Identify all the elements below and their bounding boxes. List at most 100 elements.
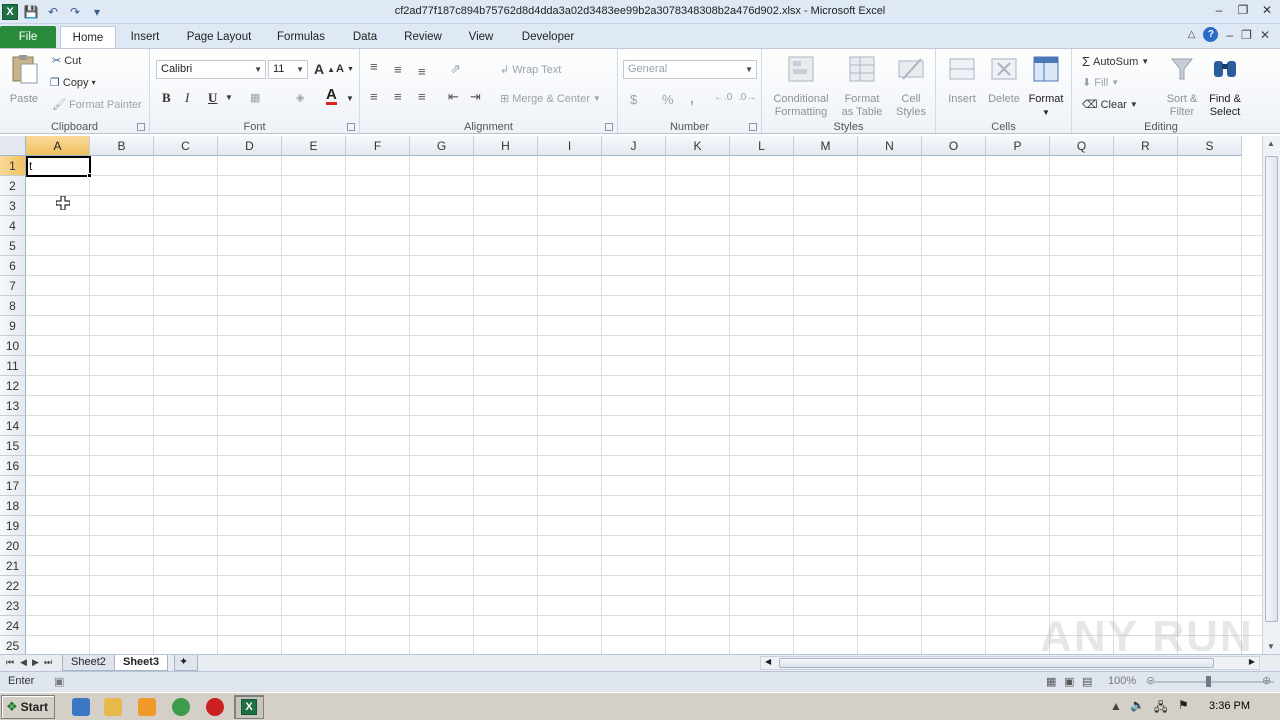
doc-close-button[interactable]: ✕ bbox=[1260, 28, 1270, 42]
next-sheet-icon[interactable]: ▶ bbox=[32, 657, 39, 668]
excel-taskbar-button[interactable]: X bbox=[234, 695, 264, 719]
row-header-10[interactable]: 10 bbox=[0, 336, 26, 356]
font-size-combo[interactable]: 11 ▼ bbox=[268, 60, 308, 79]
align-center-icon[interactable]: ≡ bbox=[394, 89, 402, 104]
doc-minimize-button[interactable]: – bbox=[1226, 28, 1233, 42]
row-header-5[interactable]: 5 bbox=[0, 236, 26, 256]
font-launcher-icon[interactable] bbox=[347, 123, 355, 131]
merge-center-button[interactable]: ⊞ Merge & Center ▼ bbox=[500, 92, 601, 106]
row-header-8[interactable]: 8 bbox=[0, 296, 26, 316]
font-color-button[interactable]: A bbox=[326, 87, 337, 105]
fill-color-icon[interactable]: ◈ bbox=[296, 91, 304, 104]
column-header-b[interactable]: B bbox=[90, 136, 154, 156]
insert-cells-button[interactable]: Insert bbox=[942, 53, 982, 106]
align-left-icon[interactable]: ≡ bbox=[370, 89, 378, 104]
insert-sheet-icon[interactable]: ✦ bbox=[174, 655, 198, 671]
macro-record-icon[interactable]: ▣ bbox=[54, 675, 64, 688]
zoom-in-icon[interactable]: ⊕ bbox=[1262, 674, 1271, 687]
grow-font-icon[interactable]: A ▲ bbox=[314, 61, 335, 77]
flag-icon[interactable]: ⚑ bbox=[1178, 698, 1189, 712]
row-header-21[interactable]: 21 bbox=[0, 556, 26, 576]
column-header-r[interactable]: R bbox=[1114, 136, 1178, 156]
tab-view[interactable]: View bbox=[462, 26, 500, 48]
font-name-combo[interactable]: Calibri ▼ bbox=[156, 60, 266, 79]
row-header-15[interactable]: 15 bbox=[0, 436, 26, 456]
row-header-23[interactable]: 23 bbox=[0, 596, 26, 616]
tab-home[interactable]: Home bbox=[60, 26, 116, 48]
column-header-n[interactable]: N bbox=[858, 136, 922, 156]
vertical-scroll-thumb[interactable] bbox=[1265, 156, 1278, 622]
active-cell-a1[interactable]: t bbox=[26, 156, 91, 177]
row-header-7[interactable]: 7 bbox=[0, 276, 26, 296]
format-as-table-button[interactable]: Format as Table bbox=[836, 53, 888, 119]
start-button[interactable]: ❖ Start bbox=[1, 695, 55, 719]
column-header-p[interactable]: P bbox=[986, 136, 1050, 156]
row-header-1[interactable]: 1 bbox=[0, 156, 26, 176]
network-icon[interactable]: 🖧 bbox=[1154, 698, 1167, 719]
page-layout-view-icon[interactable]: ▣ bbox=[1064, 675, 1074, 688]
close-button[interactable]: ✕ bbox=[1260, 2, 1274, 18]
italic-button[interactable]: I bbox=[185, 90, 189, 106]
copy-button[interactable]: ❐ Copy ▾ bbox=[50, 76, 96, 90]
align-top-icon[interactable]: ≡ bbox=[370, 59, 378, 74]
column-header-a[interactable]: A bbox=[26, 136, 90, 156]
worksheet-grid[interactable]: ABCDEFGHIJKLMNOPQRS 1 2 3 4 5 6 7 8 9 10 11 12 13 14 1… bbox=[0, 136, 1262, 654]
tab-page-layout[interactable]: Page Layout bbox=[182, 26, 256, 48]
tab-data[interactable]: Data bbox=[346, 26, 384, 48]
number-launcher-icon[interactable] bbox=[749, 123, 757, 131]
restore-button[interactable]: ❐ bbox=[1236, 2, 1250, 18]
scroll-up-icon[interactable]: ▲ bbox=[1267, 139, 1275, 148]
row-header-22[interactable]: 22 bbox=[0, 576, 26, 596]
column-header-c[interactable]: C bbox=[154, 136, 218, 156]
zoom-slider-knob[interactable] bbox=[1206, 676, 1211, 687]
row-header-18[interactable]: 18 bbox=[0, 496, 26, 516]
explorer-icon[interactable] bbox=[104, 698, 122, 716]
row-header-14[interactable]: 14 bbox=[0, 416, 26, 436]
underline-button[interactable]: U bbox=[208, 90, 217, 106]
align-middle-icon[interactable]: ≡ bbox=[394, 62, 402, 77]
font-color-dropdown-icon[interactable]: ▼ bbox=[346, 94, 354, 103]
alignment-launcher-icon[interactable] bbox=[605, 123, 613, 131]
minimize-ribbon-icon[interactable]: △ bbox=[1188, 29, 1196, 40]
sort-filter-button[interactable]: Sort & Filter bbox=[1160, 53, 1204, 119]
tab-insert[interactable]: Insert bbox=[122, 26, 168, 48]
autosum-button[interactable]: Σ AutoSum ▼ bbox=[1082, 54, 1149, 69]
minimize-button[interactable]: – bbox=[1212, 2, 1226, 18]
row-header-24[interactable]: 24 bbox=[0, 616, 26, 636]
row-header-17[interactable]: 17 bbox=[0, 476, 26, 496]
last-sheet-icon[interactable]: ⏭ bbox=[44, 657, 52, 668]
underline-dropdown-icon[interactable]: ▼ bbox=[225, 93, 233, 102]
row-header-19[interactable]: 19 bbox=[0, 516, 26, 536]
column-header-o[interactable]: O bbox=[922, 136, 986, 156]
column-header-e[interactable]: E bbox=[282, 136, 346, 156]
cell-styles-button[interactable]: Cell Styles bbox=[890, 53, 932, 119]
conditional-formatting-button[interactable]: Conditional Formatting bbox=[766, 53, 836, 119]
row-header-12[interactable]: 12 bbox=[0, 376, 26, 396]
doc-restore-button[interactable]: ❐ bbox=[1241, 28, 1252, 42]
tab-developer[interactable]: Developer bbox=[514, 26, 582, 48]
row-header-25[interactable]: 25 bbox=[0, 636, 26, 654]
row-header-9[interactable]: 9 bbox=[0, 316, 26, 336]
row-header-2[interactable]: 2 bbox=[0, 176, 26, 196]
tray-expand-icon[interactable]: ▲ bbox=[1110, 699, 1122, 713]
clear-button[interactable]: ⌫ Clear ▼ bbox=[1082, 98, 1138, 112]
format-painter-button[interactable]: 🖌 Format Painter bbox=[52, 98, 142, 112]
clipboard-launcher-icon[interactable] bbox=[137, 123, 145, 131]
row-header-6[interactable]: 6 bbox=[0, 256, 26, 276]
align-right-icon[interactable]: ≡ bbox=[418, 89, 426, 104]
chrome-icon[interactable] bbox=[172, 698, 190, 716]
ie-icon[interactable] bbox=[72, 698, 90, 716]
tab-file[interactable]: File bbox=[0, 26, 56, 48]
row-header-3[interactable]: 3 bbox=[0, 196, 26, 216]
delete-cells-button[interactable]: Delete bbox=[984, 53, 1024, 106]
first-sheet-icon[interactable]: ⏮ bbox=[6, 657, 14, 668]
find-select-button[interactable]: Find & Select bbox=[1202, 53, 1248, 119]
row-header-4[interactable]: 4 bbox=[0, 216, 26, 236]
increase-indent-icon[interactable]: ⇥ bbox=[470, 89, 481, 105]
row-header-13[interactable]: 13 bbox=[0, 396, 26, 416]
tab-formulas[interactable]: Formulas bbox=[270, 26, 332, 48]
row-header-11[interactable]: 11 bbox=[0, 356, 26, 376]
fill-handle[interactable] bbox=[87, 173, 92, 178]
sheet-tab-sheet2[interactable]: Sheet2 bbox=[62, 655, 115, 671]
column-header-d[interactable]: D bbox=[218, 136, 282, 156]
